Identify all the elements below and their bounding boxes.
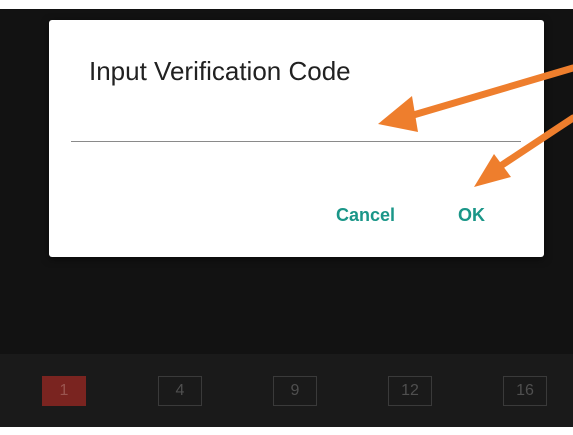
channel-button-9[interactable]: 9 (273, 376, 317, 406)
cancel-button[interactable]: Cancel (336, 200, 395, 230)
dialog-title: Input Verification Code (89, 56, 351, 86)
channel-button-12[interactable]: 12 (388, 376, 432, 406)
verification-dialog: Input Verification Code Cancel OK (49, 20, 544, 257)
channel-button-16[interactable]: 16 (503, 376, 547, 406)
bottom-strip (0, 427, 573, 435)
channel-button-1[interactable]: 1 (42, 376, 86, 406)
ok-button[interactable]: OK (458, 200, 485, 230)
channel-button-4[interactable]: 4 (158, 376, 202, 406)
app-screen: 1 4 9 12 16 Input Verification Code Canc… (0, 0, 573, 435)
verification-code-input[interactable] (71, 112, 521, 142)
